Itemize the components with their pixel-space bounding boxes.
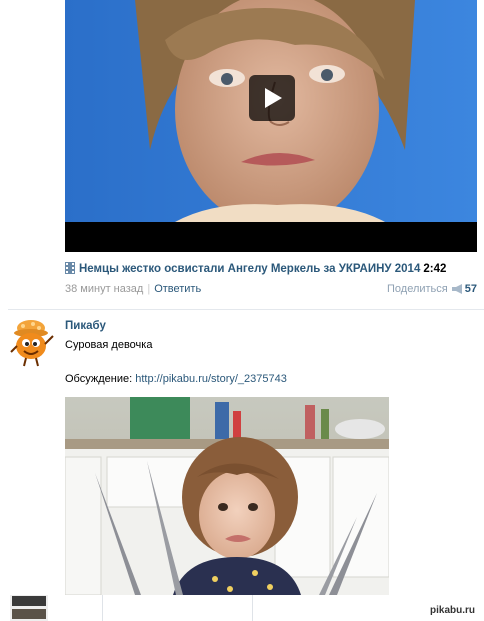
video-player[interactable] — [65, 0, 477, 252]
reply-link[interactable]: Ответить — [154, 283, 201, 295]
play-icon — [265, 88, 282, 108]
bottom-divider-line — [252, 595, 253, 621]
meta-separator: | — [147, 283, 151, 295]
post-author[interactable]: Пикабу — [65, 320, 106, 332]
share-button[interactable]: Поделиться 57 — [387, 283, 477, 295]
share-label: Поделиться — [387, 283, 448, 295]
bottom-thumbnail[interactable] — [10, 595, 48, 621]
video-title[interactable]: Немцы жестко освистали Ангелу Меркель за… — [79, 263, 420, 275]
pikabu-avatar[interactable] — [7, 318, 57, 368]
post-divider — [8, 309, 484, 310]
video-title-link[interactable]: Немцы жестко освистали Ангелу Меркель за… — [65, 262, 446, 278]
post-time[interactable]: 38 минут назад — [65, 283, 143, 295]
discussion-label: Обсуждение: — [65, 373, 133, 385]
play-button[interactable] — [249, 75, 295, 121]
post-discussion: Обсуждение: http://pikabu.ru/story/_2375… — [65, 373, 287, 385]
megaphone-icon — [451, 284, 462, 294]
bottom-divider-line — [102, 595, 103, 621]
discussion-link[interactable]: http://pikabu.ru/story/_2375743 — [135, 373, 287, 385]
video-duration: 2:42 — [423, 263, 447, 275]
video-post-meta: 38 минут назад | Ответить Поделиться 57 — [65, 283, 477, 297]
film-icon — [65, 262, 75, 274]
video-letterbox — [65, 222, 477, 252]
post-photo[interactable] — [65, 397, 389, 595]
pikabu-watermark: pikabu.ru — [430, 605, 476, 616]
post-text: Суровая девочка — [65, 339, 153, 351]
share-count: 57 — [464, 283, 477, 295]
